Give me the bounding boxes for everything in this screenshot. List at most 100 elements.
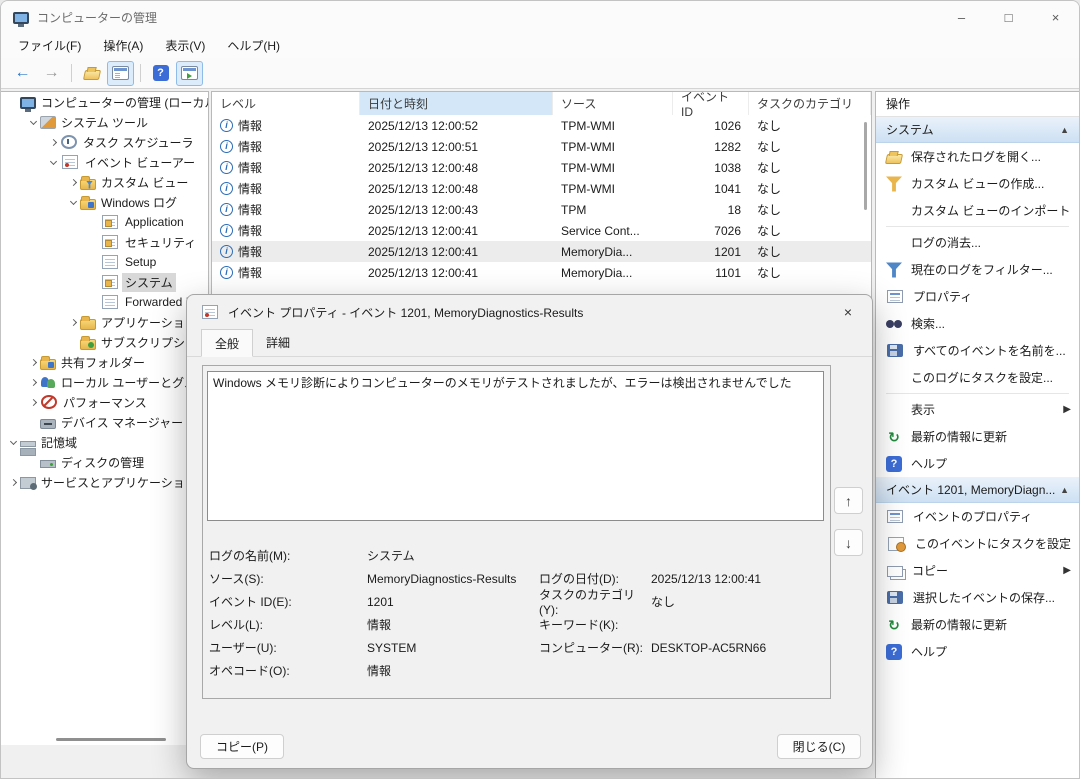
action-attach-task-to-event[interactable]: このイベントにタスクを設定...: [876, 530, 1079, 557]
action-create-custom-view[interactable]: カスタム ビューの作成...: [876, 170, 1079, 197]
column-header-datetime[interactable]: 日付と時刻: [360, 92, 553, 115]
back-button[interactable]: ←: [9, 61, 36, 86]
chevron-right-icon[interactable]: [50, 138, 57, 145]
event-row[interactable]: i情報 2025/12/13 12:00:51 TPM-WMI 1282 なし: [212, 136, 871, 157]
subscription-folder-icon: [80, 339, 96, 350]
event-row-selected[interactable]: i情報 2025/12/13 12:00:41 MemoryDia... 120…: [212, 241, 871, 262]
tree-item-subscriptions[interactable]: サブスクリプション: [1, 332, 208, 352]
info-icon: i: [220, 182, 233, 195]
action-help[interactable]: ?ヘルプ: [876, 450, 1079, 477]
datetime-cell: 2025/12/13 12:00:48: [360, 161, 553, 175]
category-cell: なし: [749, 138, 871, 155]
previous-event-button[interactable]: ↑: [834, 487, 863, 514]
chevron-right-icon[interactable]: [30, 398, 37, 405]
action-save-selected-events[interactable]: 選択したイベントの保存...: [876, 584, 1079, 611]
action-view-submenu[interactable]: 表示▶: [876, 396, 1079, 423]
tree-item-setup-log[interactable]: Setup: [1, 252, 208, 272]
tree-item-security-log[interactable]: セキュリティ: [1, 232, 208, 252]
chevron-right-icon[interactable]: [30, 378, 37, 385]
action-find[interactable]: 検索...: [876, 310, 1079, 337]
tab-general[interactable]: 全般: [201, 329, 253, 357]
event-description[interactable]: Windows メモリ診断によりコンピューターのメモリがテストされましたが、エラ…: [207, 371, 824, 521]
help-button[interactable]: ?: [147, 61, 174, 86]
tree-item-application-log[interactable]: Application: [1, 212, 208, 232]
chevron-down-icon[interactable]: [30, 117, 37, 124]
horizontal-scrollbar[interactable]: [56, 738, 166, 741]
column-header-level[interactable]: レベル: [212, 92, 360, 115]
event-row[interactable]: i情報 2025/12/13 12:00:48 TPM-WMI 1038 なし: [212, 157, 871, 178]
tree-item-windows-logs[interactable]: Windows ログ: [1, 192, 208, 212]
menu-help[interactable]: ヘルプ(H): [216, 33, 291, 58]
action-import-custom-view[interactable]: カスタム ビューのインポート...: [876, 197, 1079, 224]
action-event-properties[interactable]: イベントのプロパティ: [876, 503, 1079, 530]
tree-item-storage[interactable]: 記憶域: [1, 432, 208, 452]
forward-button[interactable]: →: [38, 61, 65, 86]
tree-item-shared-folders[interactable]: 共有フォルダー: [1, 352, 208, 372]
event-row[interactable]: i情報 2025/12/13 12:00:41 Service Cont... …: [212, 220, 871, 241]
action-attach-task-to-log[interactable]: このログにタスクを設定...: [876, 364, 1079, 391]
field-label-keywords: キーワード(K):: [539, 616, 651, 633]
console-tree-toggle-button[interactable]: [107, 61, 134, 86]
menu-action[interactable]: 操作(A): [92, 33, 154, 58]
actions-section-system-header[interactable]: システム ▲: [876, 117, 1079, 143]
action-refresh[interactable]: ↻最新の情報に更新: [876, 423, 1079, 450]
info-icon: i: [220, 245, 233, 258]
action-properties[interactable]: プロパティ: [876, 283, 1079, 310]
chevron-right-icon[interactable]: [70, 318, 77, 325]
dialog-close-button[interactable]: ×: [830, 298, 866, 326]
info-icon: i: [220, 203, 233, 216]
action-save-all-events[interactable]: すべてのイベントを名前を...: [876, 337, 1079, 364]
copy-button[interactable]: コピー(P): [200, 734, 284, 759]
close-dialog-button[interactable]: 閉じる(C): [777, 734, 861, 759]
tab-details[interactable]: 詳細: [253, 329, 303, 357]
next-event-button[interactable]: ↓: [834, 529, 863, 556]
maximize-button[interactable]: □: [985, 1, 1032, 33]
action-help-event[interactable]: ?ヘルプ: [876, 638, 1079, 665]
tree-item-custom-views[interactable]: カスタム ビュー: [1, 172, 208, 192]
column-header-task-category[interactable]: タスクのカテゴリ: [749, 92, 871, 115]
up-one-level-button[interactable]: [78, 61, 105, 86]
action-copy-submenu[interactable]: コピー▶: [876, 557, 1079, 584]
event-row[interactable]: i情報 2025/12/13 12:00:48 TPM-WMI 1041 なし: [212, 178, 871, 199]
menu-file[interactable]: ファイル(F): [7, 33, 92, 58]
tree-item-local-users-groups[interactable]: ローカル ユーザーとグル: [1, 372, 208, 392]
minimize-button[interactable]: –: [938, 1, 985, 33]
action-pane-toggle-button[interactable]: [176, 61, 203, 86]
action-clear-log[interactable]: ログの消去...: [876, 229, 1079, 256]
tree-item-applications-services-logs[interactable]: アプリケーションとサ: [1, 312, 208, 332]
field-value-log-name: システム: [367, 547, 415, 564]
event-row[interactable]: i情報 2025/12/13 12:00:43 TPM 18 なし: [212, 199, 871, 220]
tree-item-system-log[interactable]: システム: [1, 272, 208, 292]
tree-item-task-scheduler[interactable]: タスク スケジューラ: [1, 132, 208, 152]
action-open-saved-log[interactable]: 保存されたログを開く...: [876, 143, 1079, 170]
event-id-cell: 1201: [673, 245, 749, 259]
tree-item-computer-management[interactable]: コンピューターの管理 (ローカル): [1, 92, 208, 112]
source-cell: TPM: [553, 203, 673, 217]
tree-item-forwarded-events-log[interactable]: Forwarded Ev: [1, 292, 208, 312]
chevron-down-icon[interactable]: [70, 197, 77, 204]
chevron-down-icon[interactable]: [10, 437, 17, 444]
tree-item-services-applications[interactable]: サービスとアプリケーション: [1, 472, 208, 492]
vertical-scrollbar[interactable]: [864, 122, 867, 210]
tree-item-performance[interactable]: パフォーマンス: [1, 392, 208, 412]
chevron-right-icon[interactable]: [30, 358, 37, 365]
chevron-right-icon[interactable]: [70, 178, 77, 185]
column-header-event-id[interactable]: イベント ID: [673, 92, 749, 115]
actions-section-event-header[interactable]: イベント 1201, MemoryDiagn... ▲: [876, 477, 1079, 503]
tree-item-system-tools[interactable]: システム ツール: [1, 112, 208, 132]
action-refresh-event[interactable]: ↻最新の情報に更新: [876, 611, 1079, 638]
chevron-down-icon[interactable]: [50, 157, 57, 164]
tree-item-device-manager[interactable]: デバイス マネージャー: [1, 412, 208, 432]
info-icon: i: [220, 140, 233, 153]
event-row[interactable]: i情報 2025/12/13 12:00:41 MemoryDia... 110…: [212, 262, 871, 283]
datetime-cell: 2025/12/13 12:00:51: [360, 140, 553, 154]
tree-item-event-viewer[interactable]: イベント ビューアー: [1, 152, 208, 172]
menu-view[interactable]: 表示(V): [154, 33, 216, 58]
chevron-right-icon[interactable]: [10, 478, 17, 485]
column-header-source[interactable]: ソース: [553, 92, 673, 115]
level-cell: 情報: [238, 264, 262, 281]
category-cell: なし: [749, 180, 871, 197]
action-filter-current-log[interactable]: 現在のログをフィルター...: [876, 256, 1079, 283]
close-button[interactable]: ×: [1032, 1, 1079, 33]
event-row[interactable]: i情報 2025/12/13 12:00:52 TPM-WMI 1026 なし: [212, 115, 871, 136]
